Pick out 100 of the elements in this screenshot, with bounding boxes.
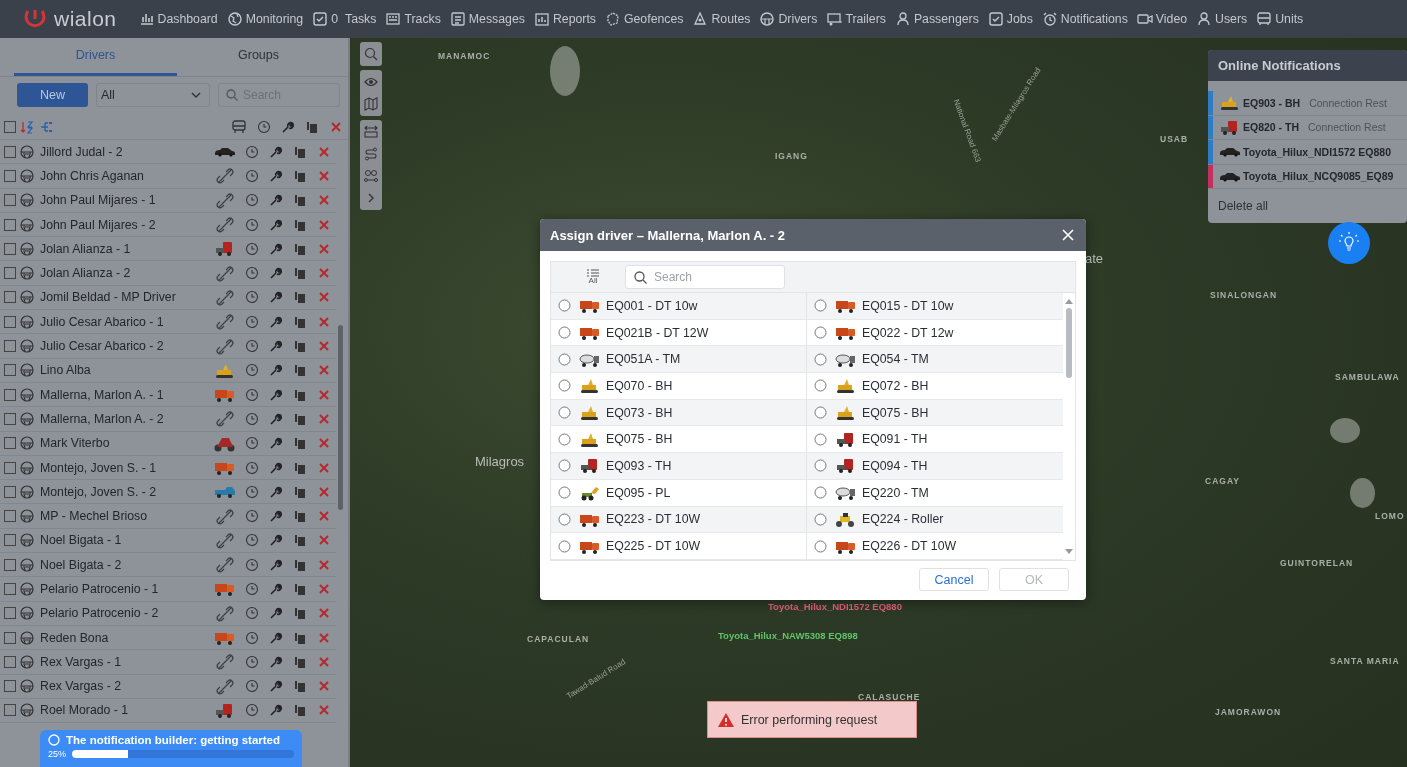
driver-name[interactable]: Julio Cesar Abarico - 1 (40, 314, 214, 329)
clock-icon[interactable] (245, 314, 259, 329)
driver-name[interactable]: Reden Bona (40, 630, 214, 645)
checkbox[interactable] (4, 218, 16, 231)
radio-button[interactable] (814, 352, 827, 366)
unit-option[interactable]: EQ095 - PL (551, 479, 807, 507)
wrench-icon[interactable] (269, 411, 283, 426)
checkbox[interactable] (4, 291, 16, 304)
unit-label[interactable]: Toyota_Hilux_NAW5308 EQ898 (718, 630, 858, 641)
notification-item[interactable]: EQ903 - BH Connection Rest (1208, 91, 1407, 116)
unit-option[interactable]: EQ054 - TM (807, 346, 1063, 374)
radio-button[interactable] (814, 432, 827, 446)
delete-icon[interactable] (317, 168, 331, 183)
notification-item[interactable]: Toyota_Hilux_NCQ9085_EQ89 (1208, 164, 1407, 189)
radio-button[interactable] (814, 406, 827, 420)
copy-icon[interactable] (293, 266, 307, 281)
clock-icon[interactable] (245, 557, 259, 572)
copy-icon[interactable] (293, 679, 307, 694)
radio-button[interactable] (558, 406, 571, 420)
dialog-button[interactable]: Cancel (919, 568, 989, 591)
radio-button[interactable] (814, 326, 827, 340)
checkbox[interactable] (4, 631, 16, 644)
unit-option[interactable]: EQ075 - BH (807, 399, 1063, 427)
checkbox[interactable] (4, 583, 16, 595)
unit-option[interactable]: EQ226 - DT 10W (807, 533, 1063, 560)
delete-icon[interactable] (317, 411, 331, 426)
driver-name[interactable]: Mark Viterbo (40, 436, 214, 451)
driver-name[interactable]: Mallerna, Marlon A. - 2 (40, 411, 214, 426)
driver-name[interactable]: Jomil Beldad - MP Driver (40, 290, 214, 305)
checkbox[interactable] (4, 437, 16, 450)
copy-icon[interactable] (293, 387, 307, 402)
notification-item[interactable]: EQ820 - TH Connection Rest (1208, 115, 1407, 140)
checkbox[interactable] (4, 121, 16, 133)
clock-icon[interactable] (245, 582, 259, 596)
radio-button[interactable] (558, 379, 571, 393)
wrench-icon[interactable] (269, 241, 283, 256)
checkbox[interactable] (4, 704, 16, 717)
unit-option[interactable]: EQ093 - TH (551, 453, 807, 480)
driver-name[interactable]: Rex Vargas - 2 (40, 679, 214, 694)
unit-option[interactable]: EQ224 - Roller (807, 506, 1063, 534)
filter-dropdown[interactable]: All (96, 83, 210, 107)
driver-name[interactable]: MP - Mechel Brioso (40, 509, 214, 524)
delete-icon[interactable] (317, 144, 331, 159)
copy-icon[interactable] (293, 582, 307, 596)
delete-icon[interactable] (317, 630, 331, 645)
nav-item[interactable]: Notifications (1041, 11, 1128, 27)
tab[interactable]: Groups (177, 38, 340, 76)
close-icon[interactable] (1062, 229, 1074, 241)
clock-icon[interactable] (245, 509, 259, 524)
radio-button[interactable] (814, 539, 827, 553)
nav-item[interactable]: Trailers (826, 11, 886, 27)
clock-icon[interactable] (245, 436, 259, 451)
clock-icon[interactable] (257, 120, 271, 134)
driver-name[interactable]: Noel Bigata - 1 (40, 533, 214, 548)
copy-icon[interactable] (293, 411, 307, 426)
nav-item[interactable]: 0 Tasks (312, 11, 377, 27)
checkbox[interactable] (4, 534, 16, 547)
scroll-up-icon[interactable] (1065, 299, 1073, 304)
checkbox[interactable] (4, 340, 16, 352)
clock-icon[interactable] (245, 630, 259, 645)
driver-name[interactable]: Montejo, Joven S. - 1 (40, 460, 214, 475)
nav-item[interactable]: Messages (449, 11, 525, 27)
clock-icon[interactable] (245, 460, 259, 475)
wrench-icon[interactable] (269, 679, 283, 694)
copy-icon[interactable] (293, 168, 307, 183)
clock-icon[interactable] (245, 703, 259, 718)
clock-icon[interactable] (245, 411, 259, 426)
wrench-icon[interactable] (269, 630, 283, 645)
clock-icon[interactable] (245, 363, 259, 378)
driver-name[interactable]: Julio Cesar Abarico - 2 (40, 339, 214, 353)
checkbox[interactable] (4, 194, 16, 207)
ruler-icon[interactable] (364, 125, 378, 139)
radio-button[interactable] (558, 486, 571, 500)
clock-icon[interactable] (245, 606, 259, 621)
checkbox[interactable] (4, 242, 16, 255)
radio-button[interactable] (814, 459, 827, 473)
unit-option[interactable]: EQ073 - BH (551, 399, 807, 427)
driver-name[interactable]: Jillord Judal - 2 (40, 144, 214, 159)
driver-name[interactable]: Jolan Alianza - 2 (40, 266, 214, 281)
wrench-icon[interactable] (269, 557, 283, 572)
delete-icon[interactable] (329, 120, 343, 134)
sort-az-icon[interactable] (20, 120, 34, 134)
unit-option[interactable]: EQ225 - DT 10W (551, 533, 807, 560)
clock-icon[interactable] (245, 217, 259, 232)
delete-icon[interactable] (317, 241, 331, 256)
unit-label[interactable]: Toyota_Hilux_NDI1572 EQ880 (768, 601, 902, 612)
unit-option[interactable]: EQ001 - DT 10w (551, 293, 807, 320)
clock-icon[interactable] (245, 144, 259, 159)
nav-item[interactable]: Units (1256, 11, 1304, 27)
checkbox[interactable] (4, 388, 16, 401)
nav-item[interactable]: Video (1136, 11, 1188, 27)
clock-icon[interactable] (245, 339, 259, 353)
copy-icon[interactable] (293, 290, 307, 305)
checkbox[interactable] (4, 364, 16, 377)
wrench-icon[interactable] (269, 339, 283, 353)
driver-name[interactable]: John Paul Mijares - 2 (40, 217, 214, 232)
delete-icon[interactable] (317, 339, 331, 353)
checkbox[interactable] (4, 315, 16, 328)
radio-button[interactable] (558, 299, 571, 313)
clock-icon[interactable] (245, 484, 259, 499)
